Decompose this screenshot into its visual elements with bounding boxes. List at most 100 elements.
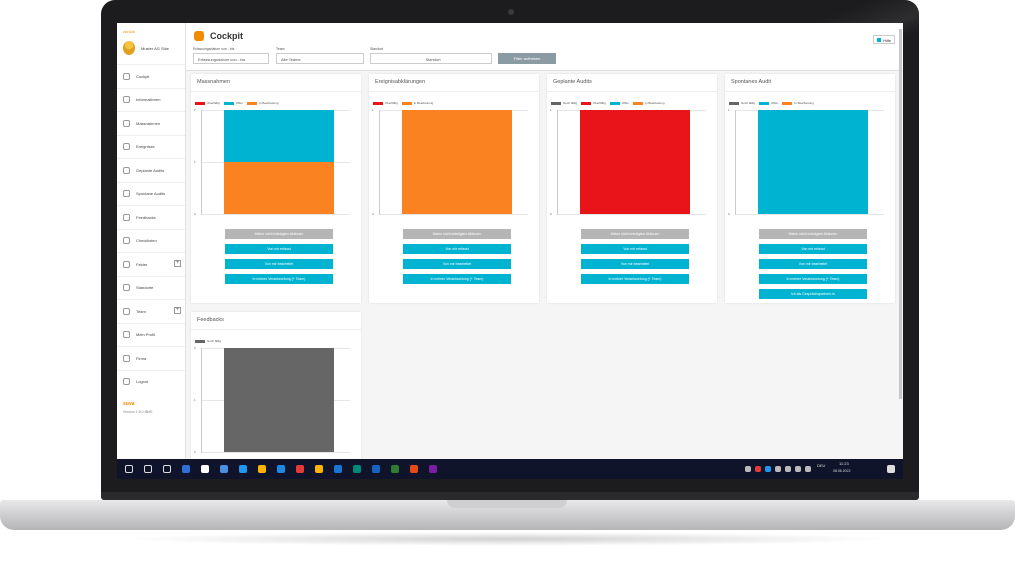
user-info[interactable]: Muster AG Sibe [117,34,185,56]
windows-start-icon[interactable] [125,465,133,473]
gridline [202,452,350,453]
user-name: Muster AG Sibe [141,45,170,51]
sidebar-item-geplante-audits[interactable]: Geplante Audits [117,158,185,182]
gridline [736,214,884,215]
excel-icon[interactable] [391,465,399,473]
team-filter-select[interactable]: Alle Teams [276,53,364,64]
card-title: Spontanes Audit [725,74,895,92]
legend-label: Überfällig [385,101,398,105]
sidebar-item-label: Feedbacks [136,214,156,220]
sidebar-item-team[interactable]: Team + [117,299,185,323]
camera [508,9,514,15]
fields-icon [123,260,130,268]
filter-button-1[interactable]: Von mir erfasst [403,244,511,254]
sidebar-item-massnahmen[interactable]: Massnahmen [117,111,185,135]
bar-segment[interactable] [402,110,512,214]
sidebar-item-firma[interactable]: Firma [117,346,185,370]
tray-icon[interactable] [785,466,791,472]
sidebar-item-cockpit[interactable]: Cockpit [117,64,185,88]
team-filter-label: Team [276,47,285,51]
bar-chart: 2 1 0 [194,346,350,454]
bar-segment[interactable] [758,110,868,214]
add-icon[interactable]: + [174,260,181,267]
tray-icon[interactable] [755,466,761,472]
filter-button-2[interactable]: Von mir bearbeitet [403,259,511,269]
help-button[interactable]: Hilfe [873,35,895,44]
sidebar-item-spontane-audits[interactable]: Spontane Audits [117,181,185,206]
folder-icon[interactable] [258,465,266,473]
bar-segment[interactable] [224,162,334,214]
gridline [380,214,528,215]
sidebar-item-label: Checklisten [136,238,157,244]
chart-card-massnahmen: Massnahmen Überfällig Offen In Bearbeitung 2… [191,74,361,303]
app-icon[interactable] [334,465,342,473]
gridline [202,214,350,215]
bar-segment[interactable] [224,348,334,452]
filter-button-3[interactable]: In meiner Verantwortung (+ Team) [759,274,867,284]
app-icon[interactable] [182,465,190,473]
app-icon[interactable] [277,465,285,473]
filter-button-0[interactable]: Meine nicht erledigten Aktionen [225,229,333,239]
filter-button-3[interactable]: In meiner Verantwortung (+ Team) [403,274,511,284]
profile-icon [123,331,130,339]
date-filter-input[interactable]: Erfassungsdatum von - bis [193,53,269,64]
chrome-icon[interactable] [296,465,304,473]
sidebar-item-standorte[interactable]: Standorte [117,275,185,300]
filter-button-3[interactable]: In meiner Verantwortung (+ Team) [225,274,333,284]
add-icon[interactable]: + [174,307,181,314]
filter-button-2[interactable]: Von mir bearbeitet [225,259,333,269]
reset-filter-button[interactable]: Filter aufheben [498,53,556,64]
filter-button-0[interactable]: Meine nicht erledigten Aktionen [403,229,511,239]
sidebar-item-feedbacks[interactable]: Feedbacks [117,205,185,229]
outlook-icon[interactable] [372,465,380,473]
sidebar-item-mein-profil[interactable]: Mein Profil [117,322,185,347]
filter-button-4[interactable]: Ich als Gesprächspartner/-in [759,289,867,299]
filter-button-1[interactable]: Von mir erfasst [759,244,867,254]
teams-icon[interactable] [429,465,437,473]
tray-icon[interactable] [805,466,811,472]
app-icon[interactable] [201,465,209,473]
filter-button-0[interactable]: Meine nicht erledigten Aktionen [581,229,689,239]
sidebar-item-informationen[interactable]: Informationen [117,87,185,112]
app-icon[interactable] [315,465,323,473]
edge-icon[interactable] [353,465,361,473]
legend-label: Noch fällig [563,101,578,105]
bar-segment[interactable] [224,110,334,162]
bar-segment[interactable] [580,110,690,214]
sidebar-item-felder[interactable]: Felder + [117,252,185,276]
notification-icon[interactable] [887,465,895,473]
card-title: Ereignisabklärungen [369,74,539,92]
sidebar-item-label: Massnahmen [136,120,161,126]
filter-button-2[interactable]: Von mir bearbeitet [581,259,689,269]
scrollbar[interactable] [899,29,902,399]
filter-button-2[interactable]: Von mir bearbeitet [759,259,867,269]
sidebar-item-ereignisse[interactable]: Ereignisse [117,134,185,159]
tray-icon[interactable] [745,466,751,472]
taskbar-lang[interactable]: DEU [817,463,825,468]
location-icon [123,284,130,292]
search-icon[interactable] [144,465,152,473]
tray-icon[interactable] [795,466,801,472]
laptop-frame: zurück Muster AG Sibe Cockpit Information… [0,0,1015,577]
filter-button-1[interactable]: Von mir erfasst [581,244,689,254]
bar-chart: 10 [372,108,528,216]
app-icon[interactable] [239,465,247,473]
site-filter-select[interactable]: Standort [370,53,492,64]
taskbar-time[interactable]: 11:23 [839,461,849,466]
task-view-icon[interactable] [163,465,171,473]
bar-chart: 2 1 0 [194,108,350,216]
tray-icon[interactable] [765,466,771,472]
sidebar-item-logout[interactable]: Logout [117,369,185,394]
chart-legend: Noch fällig Offen In Bearbeitung [725,101,814,105]
filter-button-1[interactable]: Von mir erfasst [225,244,333,254]
app-icon[interactable] [220,465,228,473]
card-title: Feedbacks [191,312,361,330]
filter-button-3[interactable]: In meiner Verantwortung (+ Team) [581,274,689,284]
powerpoint-icon[interactable] [410,465,418,473]
sidebar-item-checklisten[interactable]: Checklisten [117,228,185,253]
filter-button-0[interactable]: Meine nicht erledigten Aktionen [759,229,867,239]
tray-icon[interactable] [775,466,781,472]
taskbar-date[interactable]: 08.06.2022 [833,469,851,473]
card-title: Geplante Audits [547,74,717,92]
back-link[interactable]: zurück [117,23,185,34]
